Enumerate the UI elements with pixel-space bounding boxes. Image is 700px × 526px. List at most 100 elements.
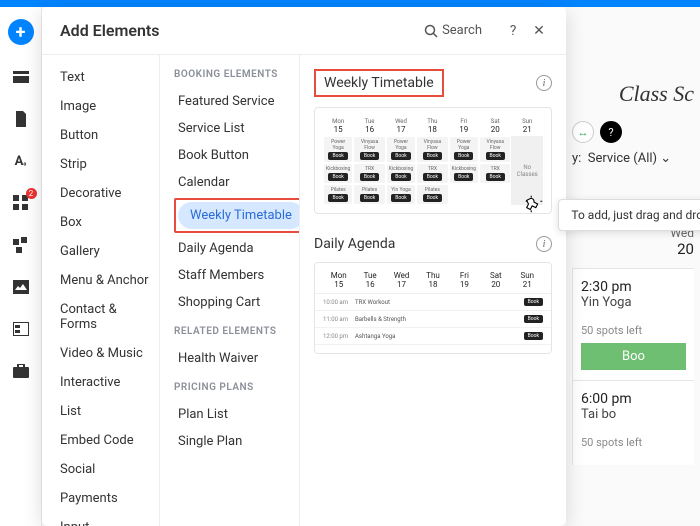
- category-item[interactable]: List: [56, 397, 159, 426]
- preview-title-row: Weekly Timetable i: [314, 69, 552, 97]
- section-heading: BOOKING ELEMENTS: [174, 69, 291, 80]
- agenda-class: Ashtanga Yoga: [355, 333, 503, 340]
- element-item[interactable]: Service List: [174, 115, 291, 142]
- category-item[interactable]: Gallery: [56, 237, 159, 266]
- book-chip: Book: [454, 152, 473, 160]
- book-chip: Book: [423, 173, 442, 181]
- page-icon[interactable]: [11, 109, 31, 129]
- element-item-weekly-timetable[interactable]: Weekly Timetable: [178, 202, 300, 229]
- book-chip: Book: [486, 173, 505, 181]
- search-button[interactable]: Search: [424, 23, 482, 38]
- agenda-class: Barbells & Strength: [355, 316, 503, 323]
- day-label: Wed: [395, 118, 407, 125]
- arrows-icon[interactable]: ↔: [572, 121, 594, 143]
- element-item[interactable]: Plan List: [174, 401, 291, 428]
- day-number: 21: [512, 125, 542, 134]
- category-item[interactable]: Decorative: [56, 179, 159, 208]
- page-title: Class Sc: [572, 81, 694, 107]
- day-label: Sun: [522, 118, 532, 125]
- category-item[interactable]: Image: [56, 92, 159, 121]
- apps-icon[interactable]: 2: [11, 193, 31, 213]
- preview-title-row: Daily Agenda i: [314, 236, 552, 252]
- image-icon[interactable]: [11, 277, 31, 297]
- category-item[interactable]: Embed Code: [56, 426, 159, 455]
- slot-spots: 50 spots left: [581, 436, 686, 449]
- category-item[interactable]: Contact & Forms: [56, 295, 159, 339]
- day-label: Sat: [491, 118, 500, 125]
- section-icon[interactable]: [11, 67, 31, 87]
- category-item[interactable]: Social: [56, 455, 159, 484]
- panel-body: Text Image Button Strip Decorative Box G…: [42, 55, 566, 526]
- book-chip: Book: [391, 194, 410, 202]
- element-item[interactable]: Staff Members: [174, 262, 291, 289]
- filter-label: y:: [572, 151, 581, 166]
- category-item[interactable]: Input: [56, 513, 159, 526]
- category-item[interactable]: Box: [56, 208, 159, 237]
- day-number: 18: [417, 125, 447, 134]
- book-chip: Book: [328, 173, 347, 181]
- category-item[interactable]: Payments: [56, 484, 159, 513]
- element-item[interactable]: Shopping Cart: [174, 289, 291, 316]
- category-item[interactable]: Strip: [56, 150, 159, 179]
- book-chip: Book: [391, 152, 410, 160]
- book-button[interactable]: Boo: [581, 343, 686, 370]
- day-label: Thu: [427, 118, 437, 125]
- help-icon[interactable]: ?: [600, 121, 622, 143]
- slot-name: Tai bo: [581, 407, 686, 422]
- briefcase-icon[interactable]: [11, 361, 31, 381]
- drag-tooltip: To add, just drag and drop.: [558, 199, 566, 231]
- daily-agenda-preview[interactable]: Mon15 Tue16 Wed17 Thu18 Fri19 Sat20 Sun2…: [314, 262, 552, 354]
- filter-value: Service (All): [588, 151, 657, 166]
- element-item[interactable]: Featured Service: [174, 88, 291, 115]
- book-chip: Book: [454, 173, 473, 181]
- book-chip: Book: [328, 152, 347, 160]
- element-item[interactable]: Daily Agenda: [174, 235, 291, 262]
- help-button[interactable]: ?: [504, 23, 522, 39]
- class-slot: 2:30 pm Yin Yoga 50 spots left Boo: [572, 268, 694, 380]
- elements-list: BOOKING ELEMENTS Featured Service Servic…: [160, 55, 300, 526]
- category-item[interactable]: Text: [56, 63, 159, 92]
- day-number: 17: [387, 125, 415, 134]
- section-heading: RELATED ELEMENTS: [174, 326, 291, 337]
- section-heading: PRICING PLANS: [174, 382, 291, 393]
- category-item[interactable]: Interactive: [56, 368, 159, 397]
- close-button[interactable]: ✕: [530, 23, 548, 39]
- search-icon: [424, 24, 438, 38]
- panel-header: Add Elements Search ? ✕: [42, 7, 566, 55]
- element-item[interactable]: Health Waiver: [174, 345, 291, 372]
- preview-title-weekly: Weekly Timetable: [314, 69, 444, 97]
- info-icon[interactable]: i: [536, 236, 552, 252]
- day-number: 20: [480, 125, 510, 134]
- font-icon[interactable]: A₀: [11, 151, 31, 171]
- element-item[interactable]: Single Plan: [174, 428, 291, 455]
- book-chip: Book: [360, 152, 379, 160]
- element-item[interactable]: Calendar: [174, 169, 291, 196]
- slot-time: 2:30 pm: [581, 279, 686, 295]
- highlight-box: Weekly Timetable: [174, 198, 300, 233]
- preview-column: Weekly Timetable i Mon15 Tue16 Wed17 Thu…: [300, 55, 566, 526]
- slot-name: Yin Yoga: [581, 295, 686, 310]
- background-page: Class Sc ↔ ? y: Service (All) ⌄ Wed 20 2…: [566, 7, 700, 526]
- puzzle-icon[interactable]: [11, 235, 31, 255]
- day-number: 15: [324, 125, 352, 134]
- category-item[interactable]: Menu & Anchor: [56, 266, 159, 295]
- info-icon[interactable]: i: [536, 75, 552, 91]
- day-label: Mon: [332, 118, 344, 125]
- slot-spots: 50 spots left: [581, 324, 686, 337]
- left-toolbar: + A₀ 2: [0, 7, 42, 526]
- layout-icon[interactable]: [11, 319, 31, 339]
- element-item[interactable]: Book Button: [174, 142, 291, 169]
- category-list: Text Image Button Strip Decorative Box G…: [42, 55, 160, 526]
- day-label: Fri: [460, 118, 467, 125]
- book-chip: Book: [423, 152, 442, 160]
- book-chip: Book: [486, 152, 505, 160]
- add-button[interactable]: +: [8, 19, 34, 45]
- book-chip: Book: [360, 173, 379, 181]
- category-item[interactable]: Button: [56, 121, 159, 150]
- add-elements-panel: Add Elements Search ? ✕ Text Image Butto…: [42, 7, 566, 526]
- slot-time: 6:00 pm: [581, 391, 686, 407]
- weekly-timetable-preview[interactable]: Mon15 Tue16 Wed17 Thu18 Fri19 Sat20 Sun2…: [314, 107, 552, 214]
- filter-row[interactable]: y: Service (All) ⌄: [572, 151, 694, 166]
- category-item[interactable]: Video & Music: [56, 339, 159, 368]
- book-chip: Book: [360, 194, 379, 202]
